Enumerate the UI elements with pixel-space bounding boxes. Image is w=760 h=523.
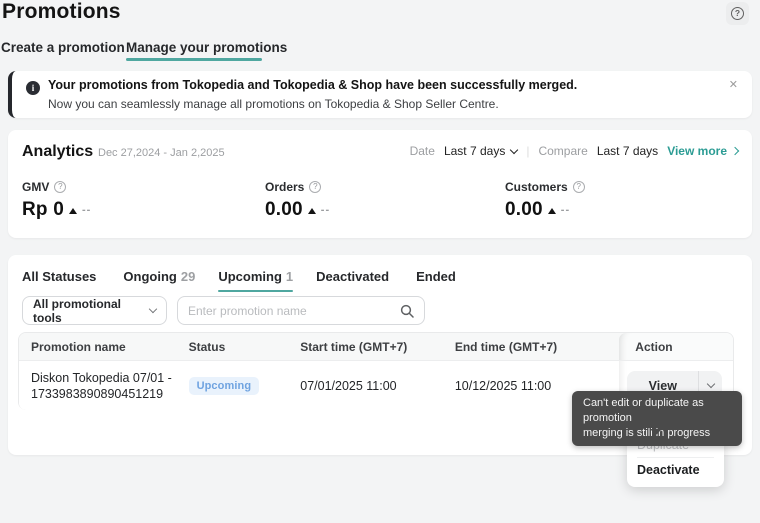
metric-gmv-delta: -- [81,204,92,216]
cell-start-time: 07/01/2025 11:00 [300,378,397,393]
status-tab-ended-label: Ended [416,269,456,284]
tooltip-line-1: Can't edit or duplicate as promotion [583,397,704,424]
metric-orders-delta: -- [320,204,331,216]
close-icon[interactable]: ✕ [729,78,738,91]
active-tab-underline [126,58,262,61]
status-tab-upcoming-count: 1 [285,269,294,284]
metric-customers-value: 0.00 [505,199,543,220]
chevron-down-icon [510,145,519,154]
info-icon: i [26,81,40,95]
cell-promotion-name: Diskon Tokopedia 07/01 - 173398389089045… [31,370,172,401]
metric-customers-delta: -- [560,204,571,216]
question-icon[interactable]: ? [309,181,322,193]
vertical-divider: | [526,144,530,158]
promotional-tools-select[interactable]: All promotional tools [22,296,167,325]
up-arrow-icon [68,208,77,214]
date-label: Date [409,144,435,158]
col-header-status: Status [188,339,226,354]
status-tab-ended[interactable]: Ended [416,269,460,292]
analytics-date-range: Dec 27,2024 - Jan 2,2025 [98,147,225,159]
metric-orders: Orders ? 0.00 -- [265,180,330,221]
status-tabs: All Statuses Ongoing 29 Upcoming 1 Deactiv… [22,269,460,292]
view-more-link[interactable]: View more [667,144,740,158]
view-more-label: View more [667,144,727,158]
col-header-end-time: End time (GMT+7) [454,339,558,354]
question-icon[interactable]: ? [54,181,67,193]
col-header-action: Action [619,333,733,360]
banner-subtitle: Now you can seamlessly manage all promot… [48,97,499,111]
help-button[interactable]: ? [726,2,749,25]
col-header-promotion-name: Promotion name [31,339,126,354]
merge-success-banner: i Your promotions from Tokopedia and Tok… [8,71,752,118]
question-icon[interactable]: ? [572,181,585,193]
status-tab-upcoming-label: Upcoming [218,269,282,284]
up-arrow-icon [547,208,556,214]
metric-orders-value: 0.00 [265,199,303,220]
metric-gmv-label: GMV [22,180,50,194]
up-arrow-icon [307,208,316,214]
analytics-controls: Date Last 7 days | Compare Last 7 days V… [409,144,740,158]
metric-orders-label: Orders [265,180,305,194]
search-icon[interactable] [400,304,414,318]
date-select[interactable]: Last 7 days [443,144,519,158]
col-header-start-time: Start time (GMT+7) [300,339,408,354]
promotional-tools-value: All promotional tools [33,296,121,325]
chevron-right-icon [730,146,740,156]
status-tab-deactivated-label: Deactivated [316,269,390,284]
metric-customers: Customers ? 0.00 -- [505,180,585,221]
metric-customers-label: Customers [505,180,568,194]
status-tab-deactivated[interactable]: Deactivated [316,269,393,292]
status-tab-ongoing[interactable]: Ongoing 29 [123,269,195,292]
status-tab-ongoing-count: 29 [180,269,196,284]
page-title: Promotions [2,0,121,23]
status-tab-all-label: All Statuses [22,269,97,284]
menu-item-deactivate[interactable]: Deactivate [627,458,724,482]
search-input[interactable] [188,303,392,318]
analytics-title: Analytics [22,143,94,160]
table-header: Promotion name Status Start time (GMT+7)… [19,333,733,361]
date-select-value: Last 7 days [443,144,506,158]
compare-select[interactable]: Last 7 days [597,144,658,158]
promotion-search [177,296,425,325]
metric-gmv: GMV ? Rp 0 -- [22,180,91,221]
compare-select-value: Last 7 days [596,144,659,158]
merge-progress-tooltip: Can't edit or duplicate as promotion mer… [572,391,742,446]
tooltip-caret [650,429,662,435]
tab-create-a-promotion[interactable]: Create a promotion [1,40,125,55]
status-tab-ongoing-label: Ongoing [123,269,177,284]
help-icon: ? [731,7,744,20]
analytics-card: Analytics Dec 27,2024 - Jan 2,2025 Date … [8,130,752,238]
tab-manage-your-promotions[interactable]: Manage your promotions [126,40,287,55]
chevron-down-icon [706,379,716,389]
filter-row: All promotional tools [22,296,425,325]
metric-gmv-value: Rp 0 [22,199,64,220]
status-tab-all[interactable]: All Statuses [22,269,100,292]
status-tab-upcoming[interactable]: Upcoming 1 [218,269,293,292]
cell-status: Upcoming [177,361,289,410]
status-badge: Upcoming [188,376,260,395]
compare-label: Compare [538,144,588,158]
banner-title: Your promotions from Tokopedia and Tokop… [48,78,578,92]
